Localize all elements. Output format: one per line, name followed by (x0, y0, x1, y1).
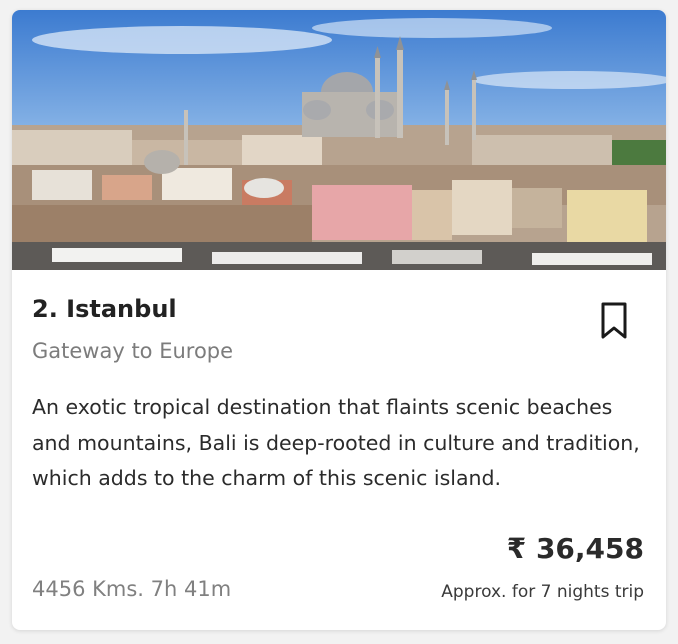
destination-title: 2. Istanbul (32, 295, 177, 323)
bookmark-icon[interactable] (600, 302, 628, 340)
destination-image (12, 10, 666, 270)
destination-card[interactable]: 2. Istanbul Gateway to Europe An exotic … (12, 10, 666, 630)
price-note: Approx. for 7 nights trip (441, 582, 644, 602)
price: ₹ 36,458 (506, 532, 644, 565)
destination-description: An exotic tropical destination that flai… (32, 395, 640, 490)
distance-duration: 4456 Kms. 7h 41m (32, 577, 232, 601)
destination-subtitle: Gateway to Europe (32, 339, 234, 363)
